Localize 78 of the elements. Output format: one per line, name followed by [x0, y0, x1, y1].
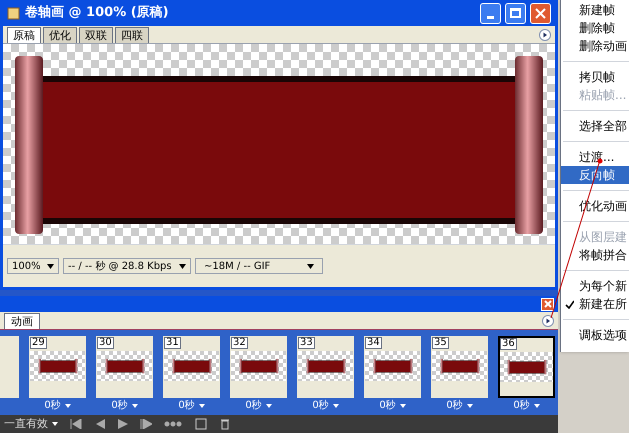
- menu-item[interactable]: 将帧拼合: [561, 246, 629, 264]
- scroll-drawing: [238, 358, 278, 374]
- minimize-button[interactable]: [480, 2, 501, 24]
- frame-number: 31: [164, 337, 181, 349]
- frame-number: 29: [30, 337, 47, 349]
- caret-icon: [132, 404, 138, 408]
- frame-number: 32: [231, 337, 248, 349]
- menu-item[interactable]: 新建在所: [561, 295, 629, 313]
- menu-item[interactable]: 为每个新: [561, 277, 629, 295]
- scroll-drawing: [306, 358, 346, 374]
- menu-item[interactable]: 拷贝帧: [561, 68, 629, 86]
- frame-delay-select[interactable]: 0秒: [44, 401, 71, 411]
- caret-icon: [332, 404, 339, 408]
- animation-frame[interactable]: 34: [364, 336, 421, 398]
- animation-frame[interactable]: 29: [29, 336, 86, 398]
- frame-number: 36: [500, 338, 517, 350]
- view-tab[interactable]: 双联: [79, 27, 113, 43]
- new-frame-icon[interactable]: [194, 418, 208, 430]
- animation-frame[interactable]: 35: [431, 336, 488, 398]
- caret-icon: [64, 404, 71, 408]
- view-tab[interactable]: 原稿: [7, 27, 41, 43]
- maximize-button[interactable]: [505, 2, 526, 24]
- animation-frame[interactable]: 30: [96, 336, 153, 398]
- close-icon: [535, 8, 546, 18]
- frame-delay-select[interactable]: 0秒: [379, 401, 406, 411]
- animation-frame[interactable]: 36: [498, 336, 555, 398]
- scroll-drawing: [38, 358, 78, 374]
- caret-icon: [52, 422, 58, 426]
- menu-item[interactable]: 新建帧: [561, 1, 629, 19]
- loop-select[interactable]: 一直有效: [4, 416, 58, 432]
- first-frame-icon[interactable]: [70, 419, 82, 429]
- caret-icon: [400, 404, 406, 408]
- frame-delay-select[interactable]: 0秒: [111, 401, 138, 411]
- frame-number: 33: [298, 337, 315, 349]
- file-size-select[interactable]: ~18M / -- GIF: [195, 258, 323, 274]
- download-time-select[interactable]: -- / -- 秒 @ 28.8 Kbps: [63, 258, 191, 274]
- close-button[interactable]: [541, 298, 554, 310]
- view-tab[interactable]: 四联: [115, 27, 149, 43]
- animation-frame[interactable]: 31: [163, 336, 220, 398]
- scroll-drawing: [372, 358, 412, 374]
- play-icon[interactable]: [118, 419, 128, 429]
- caret-icon: [266, 404, 272, 408]
- frame-number: 35: [432, 337, 449, 349]
- previous-frame-icon[interactable]: [94, 419, 106, 429]
- frame-delay-select[interactable]: 0秒: [312, 401, 339, 411]
- caret-icon: [534, 404, 540, 408]
- animation-frame[interactable]: 33: [297, 336, 354, 398]
- frame-delay-select[interactable]: 0秒: [245, 401, 272, 411]
- zoom-select[interactable]: 100%: [7, 258, 59, 274]
- palette-tab[interactable]: 动画: [4, 313, 40, 329]
- checkmark-icon: [565, 300, 574, 308]
- menu-item[interactable]: 选择全部: [561, 117, 629, 135]
- caret-icon: [47, 264, 54, 268]
- frame-delay-select[interactable]: 0秒: [513, 401, 540, 411]
- scroll-drawing: [506, 359, 546, 375]
- close-icon: [544, 300, 552, 308]
- menu-item[interactable]: 删除帧: [561, 19, 629, 37]
- scroll-drawing: [440, 358, 480, 374]
- frame-number: 34: [365, 337, 382, 349]
- frame-delay-select[interactable]: 0秒: [446, 401, 473, 411]
- trash-icon[interactable]: [220, 418, 230, 430]
- frame-number: 30: [97, 337, 114, 349]
- menu-item[interactable]: 删除动画: [561, 37, 629, 55]
- animation-frame[interactable]: 32: [230, 336, 287, 398]
- caret-icon: [307, 264, 314, 268]
- caret-icon: [466, 404, 473, 408]
- scroll-drawing: [172, 358, 212, 374]
- tween-icon[interactable]: [164, 419, 182, 429]
- scroll-drawing: [104, 358, 144, 374]
- next-frame-icon[interactable]: [140, 419, 152, 429]
- document-icon: [7, 6, 21, 20]
- close-button[interactable]: [530, 2, 551, 24]
- window-title: 卷轴画 @ 100% (原稿): [25, 4, 169, 22]
- caret-icon: [179, 264, 186, 268]
- menu-item[interactable]: 调板选项: [561, 326, 629, 344]
- view-tab[interactable]: 优化: [43, 27, 77, 43]
- frame-delay-select[interactable]: 0秒: [178, 401, 205, 411]
- caret-icon: [198, 404, 205, 408]
